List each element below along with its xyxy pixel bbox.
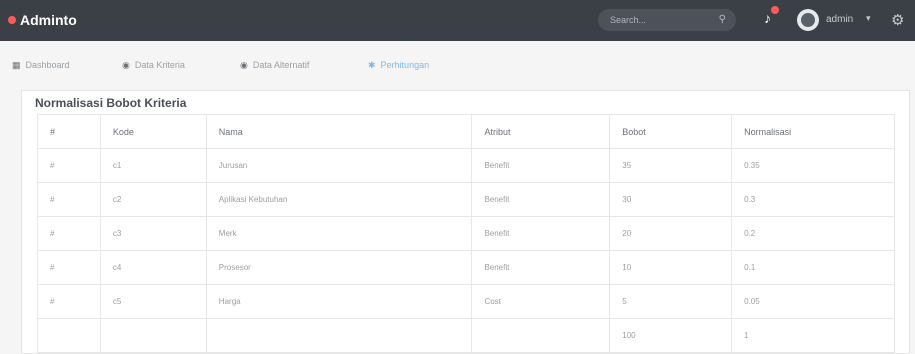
table-cell (205, 318, 473, 353)
column-header: Bobot (609, 114, 733, 149)
column-header: # (37, 114, 101, 149)
nav-item-label: Data Alternatif (252, 60, 310, 70)
brand-name: Adminto (20, 12, 77, 28)
table-cell: Aplikasi Kebutuhan (205, 182, 473, 217)
table-cell (471, 318, 611, 353)
topbar: Adminto Search... ⚲ ♪ admin ▾ ⚙ (0, 0, 915, 41)
table-cell: 30 (609, 182, 733, 217)
table-cell: 0.2 (731, 216, 895, 251)
table-cell: c2 (99, 182, 207, 217)
nav-item-dashboard[interactable]: ▦ Dashboard (12, 55, 70, 75)
criteria-table: # Kode Nama Atribut Bobot Normalisasi # … (37, 114, 895, 353)
search-input[interactable]: Search... ⚲ (598, 9, 736, 31)
table-total-row: 100 1 (37, 318, 895, 353)
card-title: Normalisasi Bobot Kriteria (35, 96, 187, 110)
brand-logo[interactable]: Adminto (8, 9, 77, 31)
table-cell: 0.05 (731, 284, 895, 319)
nav-menu: ▦ Dashboard ◉ Data Kriteria ◉ Data Alter… (0, 55, 915, 75)
table-cell: c4 (99, 250, 207, 285)
nav-item-label: Perhitungan (380, 60, 430, 70)
layers-icon: ◉ (122, 59, 130, 70)
table-cell: c5 (99, 284, 207, 319)
table-cell: 0.3 (731, 182, 895, 217)
table-cell: 5 (609, 284, 733, 319)
nav-item-label: Data Kriteria (134, 60, 185, 70)
table-row: # c2 Aplikasi Kebutuhan Benefit 30 0.3 (37, 182, 895, 217)
column-header: Kode (99, 114, 207, 149)
table-header-row: # Kode Nama Atribut Bobot Normalisasi (37, 114, 895, 149)
table-cell: 35 (609, 148, 733, 183)
column-header: Atribut (471, 114, 611, 149)
table-cell: Benefit (471, 216, 611, 251)
table-cell: c3 (99, 216, 207, 251)
table-cell: Benefit (471, 148, 611, 183)
table-cell: 0.35 (731, 148, 895, 183)
table-cell: # (37, 182, 101, 217)
nav-item-label: Dashboard (25, 60, 70, 70)
table-cell: # (37, 148, 101, 183)
notification-badge (771, 6, 779, 14)
table-cell: Merk (205, 216, 473, 251)
logo-dot-icon (8, 16, 16, 24)
table-cell: Harga (205, 284, 473, 319)
table-cell: Cost (471, 284, 611, 319)
nav-item-data-kriteria[interactable]: ◉ Data Kriteria (122, 55, 185, 75)
table-cell: 20 (609, 216, 733, 251)
table-cell: 10 (609, 250, 733, 285)
table-cell: # (37, 216, 101, 251)
table-cell: Benefit (471, 182, 611, 217)
table-cell (99, 318, 207, 353)
table-cell: Prosesor (205, 250, 473, 285)
dashboard-icon: ▦ (12, 59, 21, 70)
search-icon[interactable]: ⚲ (719, 9, 726, 31)
total-bobot: 100 (609, 318, 733, 353)
user-name[interactable]: admin (826, 14, 853, 25)
table-cell: c1 (99, 148, 207, 183)
column-header: Nama (205, 114, 473, 149)
table-row: # c3 Merk Benefit 20 0.2 (37, 216, 895, 251)
chevron-down-icon[interactable]: ▾ (866, 13, 871, 24)
table-cell: # (37, 284, 101, 319)
table-cell: Benefit (471, 250, 611, 285)
gear-icon[interactable]: ⚙ (891, 11, 904, 29)
nav-item-perhitungan[interactable]: ✱ Perhitungan (368, 55, 429, 75)
normalization-card: Normalisasi Bobot Kriteria # Kode Nama A… (21, 90, 910, 354)
table-row: # c4 Prosesor Benefit 10 0.1 (37, 250, 895, 285)
search-placeholder: Search... (610, 15, 647, 25)
table-cell: 0.1 (731, 250, 895, 285)
avatar[interactable] (797, 9, 819, 31)
table-cell (37, 318, 101, 353)
nav-item-data-alternatif[interactable]: ◉ Data Alternatif (240, 55, 309, 75)
table-cell: # (37, 250, 101, 285)
calculator-icon: ✱ (368, 59, 376, 70)
bell-icon[interactable]: ♪ (764, 10, 771, 26)
layers-icon: ◉ (240, 59, 248, 70)
table-row: # c1 Jurusan Benefit 35 0.35 (37, 148, 895, 183)
total-normalisasi: 1 (731, 318, 895, 353)
table-row: # c5 Harga Cost 5 0.05 (37, 284, 895, 319)
table-cell: Jurusan (205, 148, 473, 183)
column-header: Normalisasi (731, 114, 895, 149)
